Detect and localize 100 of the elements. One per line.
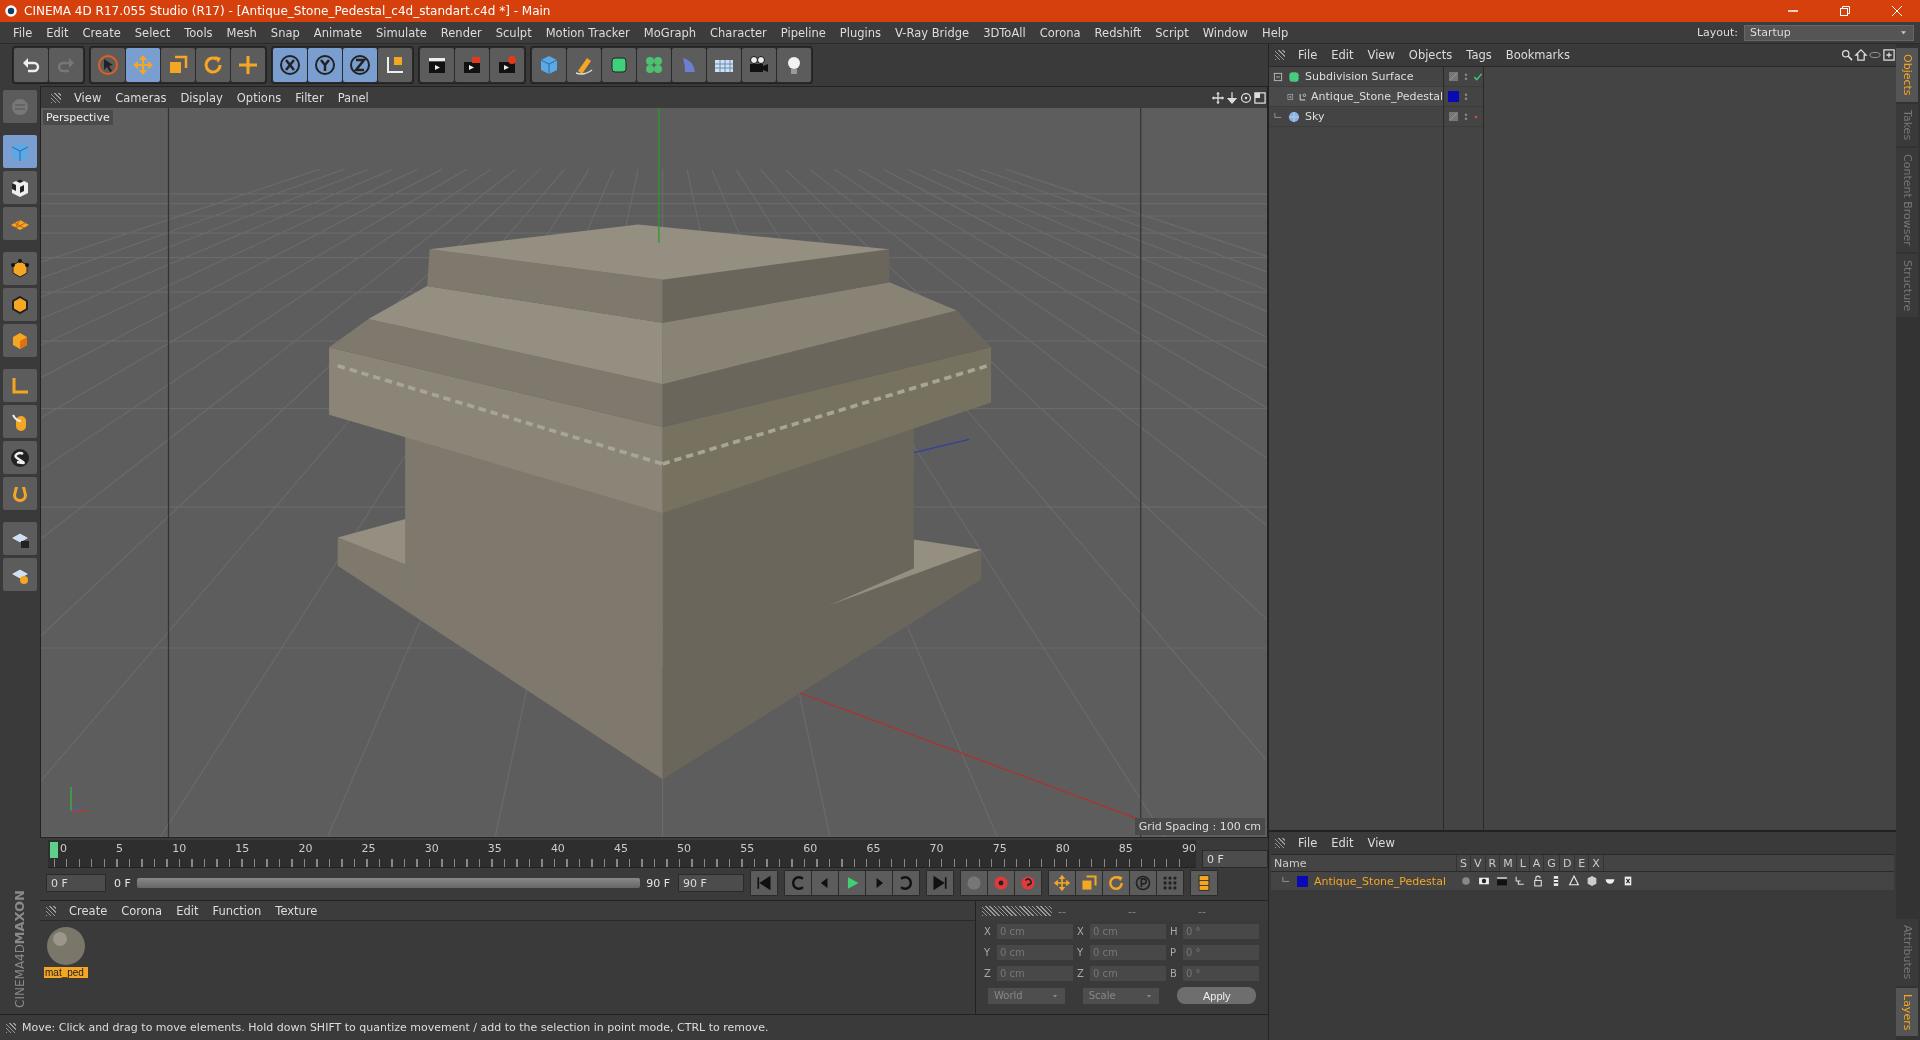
menu-item[interactable]: Select	[127, 22, 178, 43]
menu-item[interactable]: Objects	[1401, 45, 1460, 65]
axis-label: B	[1170, 968, 1178, 979]
sky-sphere-icon	[1287, 109, 1301, 124]
menu-item[interactable]: Create	[75, 22, 128, 43]
move-button[interactable]	[1049, 871, 1075, 895]
mode-button[interactable]	[3, 522, 37, 555]
parameter-button[interactable]	[1130, 871, 1156, 895]
clapperboard-icon	[1496, 875, 1508, 887]
menu-item[interactable]: Options	[229, 87, 289, 108]
frame-number: 65	[866, 842, 881, 855]
frame-range-slider[interactable]	[136, 878, 641, 888]
object-row[interactable]: Antique_Stone_Pedestal	[1269, 87, 1443, 107]
axis-label: P	[1170, 947, 1178, 958]
menu-item[interactable]: Corona	[1032, 22, 1088, 43]
scale-button[interactable]	[1076, 871, 1102, 895]
column-header: --	[1128, 904, 1137, 918]
menu-item[interactable]: Tags	[1459, 45, 1499, 65]
play-button[interactable]	[839, 871, 865, 895]
film-strip-button[interactable]	[1191, 871, 1217, 895]
range-end-label: 90 F	[646, 876, 670, 890]
menu-item[interactable]: 3DToAll	[976, 22, 1033, 43]
menu-item[interactable]: Redshift	[1087, 22, 1149, 43]
record-button[interactable]	[988, 871, 1014, 895]
menu-item[interactable]: Edit	[1324, 833, 1361, 853]
tool-button[interactable]	[343, 48, 377, 82]
menu-item[interactable]: Simulate	[369, 22, 434, 43]
menu-item[interactable]: Script	[1148, 22, 1196, 43]
menu-item[interactable]: MoGraph	[636, 22, 704, 43]
menu-item[interactable]: Panel	[330, 87, 376, 108]
menu-item[interactable]: Edit	[1324, 45, 1361, 65]
timeline-ruler[interactable]: 0 5 10 15 20 25 30 35 40 45 50 55 60 65 70 75 80 85 90	[48, 840, 1196, 868]
skip-to-start-button[interactable]	[751, 871, 777, 895]
menu-item[interactable]: V-Ray Bridge	[888, 22, 977, 43]
column-header: --	[1058, 904, 1067, 918]
apply-button[interactable]: Apply	[1177, 987, 1256, 1004]
menu-item[interactable]: File	[1291, 833, 1325, 853]
tool-button[interactable]	[420, 48, 454, 82]
column-header: V	[1471, 855, 1486, 871]
tool-button[interactable]	[273, 48, 307, 82]
mode-button[interactable]	[3, 441, 37, 474]
playhead-marker[interactable]	[50, 842, 58, 858]
menu-item[interactable]: Create	[62, 900, 115, 921]
menu-item[interactable]: Render	[433, 22, 489, 43]
mode-button[interactable]	[3, 288, 37, 321]
menu-item[interactable]: Mesh	[219, 22, 264, 43]
menu-item[interactable]: Window	[1195, 22, 1255, 43]
tool-button[interactable]	[308, 48, 342, 82]
current-frame-field[interactable]: 0 F	[1202, 850, 1268, 868]
move-icon	[132, 54, 154, 76]
step-back-button[interactable]	[812, 871, 838, 895]
skip-to-end-button[interactable]	[927, 871, 953, 895]
frame-number: 75	[992, 842, 1007, 855]
menu-item[interactable]: Display	[173, 87, 230, 108]
menu-item[interactable]: View	[1360, 833, 1402, 853]
column-header: G	[1544, 855, 1560, 871]
rotate-button[interactable]	[1103, 871, 1129, 895]
menu-item[interactable]: Tools	[177, 22, 220, 43]
previous-key-button[interactable]	[785, 871, 811, 895]
next-key-button[interactable]	[893, 871, 919, 895]
menu-item[interactable]: Motion Tracker	[538, 22, 637, 43]
dots-grid-button[interactable]	[1157, 871, 1183, 895]
axis-label: X	[984, 926, 992, 937]
column-header: D	[1559, 855, 1576, 871]
end-frame-field[interactable]: 90 F	[678, 874, 744, 892]
menu-item[interactable]: Edit	[169, 900, 206, 921]
menu-item[interactable]: Sculpt	[488, 22, 539, 43]
mode-button[interactable]	[3, 171, 37, 204]
layer-color-swatch[interactable]	[1448, 91, 1459, 102]
menu-item[interactable]: Edit	[39, 22, 76, 43]
help-button[interactable]	[1015, 871, 1041, 895]
menu-item[interactable]: Pipeline	[773, 22, 833, 43]
frame-number: 25	[361, 842, 376, 855]
menu-item[interactable]: Filter	[288, 87, 331, 108]
panel-tab[interactable]: Objects	[1896, 48, 1918, 102]
menu-item[interactable]: Bookmarks	[1498, 45, 1577, 65]
mode-button[interactable]	[3, 252, 37, 285]
tool-button[interactable]	[777, 48, 811, 82]
start-frame-field[interactable]: 0 F	[46, 874, 106, 892]
menu-item[interactable]: Function	[205, 900, 269, 921]
restore-icon	[1840, 6, 1850, 16]
menu-item[interactable]: Cameras	[108, 87, 174, 108]
menu-item[interactable]: Help	[1255, 22, 1296, 43]
object-row[interactable]: Sky	[1269, 107, 1443, 127]
menu-item[interactable]: Snap	[263, 22, 307, 43]
layer-row[interactable]: Antique_Stone_Pedestal	[1271, 872, 1894, 890]
menu-item[interactable]: View	[1360, 45, 1402, 65]
menu-item[interactable]: Texture	[268, 900, 325, 921]
menu-item[interactable]: Character	[703, 22, 774, 43]
step-forward-button[interactable]	[866, 871, 892, 895]
menu-item[interactable]: View	[67, 87, 109, 108]
panel-tab[interactable]: Layers	[1896, 987, 1918, 1036]
menu-item[interactable]: Plugins	[832, 22, 889, 43]
menu-item[interactable]: File	[6, 22, 40, 43]
layout-dropdown[interactable]: Startup	[1744, 24, 1914, 41]
tool-button[interactable]	[742, 48, 776, 82]
menu-item[interactable]: File	[1291, 45, 1325, 65]
menu-item[interactable]: Animate	[306, 22, 369, 43]
menu-item[interactable]: Corona	[114, 900, 170, 921]
no-layer-icon	[1448, 111, 1459, 122]
